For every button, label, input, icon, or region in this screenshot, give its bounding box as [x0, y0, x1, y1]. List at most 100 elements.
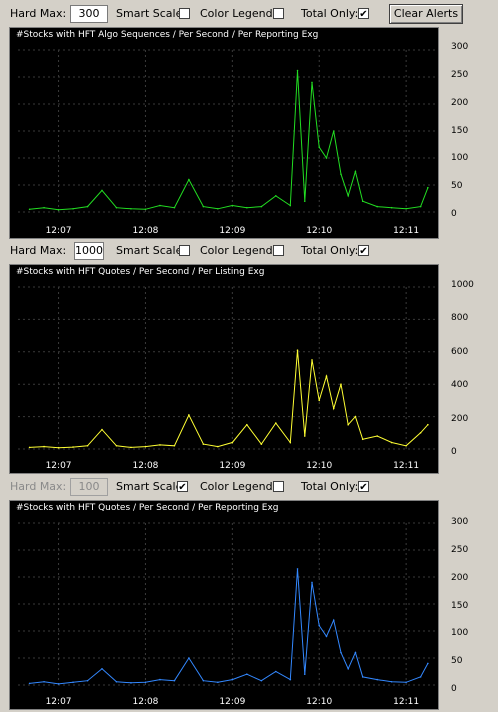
smart-scale-checkbox[interactable]: ✔ — [177, 481, 188, 493]
data-point — [188, 414, 190, 416]
data-point — [86, 205, 89, 208]
smart-scale-label: Smart Scale: — [116, 480, 187, 493]
line-chart — [18, 522, 438, 686]
x-tick-label: 12:11 — [393, 461, 420, 471]
smart-scale-checkbox[interactable] — [179, 8, 190, 19]
data-point — [130, 207, 132, 210]
clear-alerts-button[interactable]: Clear Alerts — [389, 4, 463, 24]
color-legend-label: Color Legend: — [200, 480, 277, 493]
x-tick-label: 12:08 — [132, 697, 159, 707]
data-point — [173, 444, 176, 447]
data-point — [296, 349, 299, 351]
y-tick-label: 1000 — [451, 280, 474, 290]
y-tick-label: 200 — [451, 413, 469, 424]
total-only-checkbox[interactable]: ✔ — [358, 481, 369, 493]
data-point — [217, 445, 219, 448]
data-point — [361, 200, 364, 202]
total-only-checkbox[interactable]: ✔ — [358, 245, 369, 257]
y-tick-label: 0 — [451, 209, 457, 219]
data-point — [318, 146, 321, 148]
x-tick-label: 12:09 — [219, 226, 246, 236]
data-point — [376, 435, 378, 437]
data-point — [427, 423, 429, 426]
data-point — [260, 443, 263, 445]
data-point — [43, 680, 45, 683]
data-point — [332, 407, 335, 410]
data-point — [311, 359, 313, 361]
data-point — [144, 681, 147, 684]
data-point — [188, 657, 190, 659]
data-point — [354, 651, 357, 654]
data-point — [86, 679, 89, 682]
chart-panel-1: #Stocks with HFT Algo Sequences / Per Se… — [9, 27, 439, 239]
data-point — [72, 446, 74, 448]
data-point — [101, 189, 103, 192]
color-legend-checkbox[interactable] — [273, 245, 284, 256]
data-point — [289, 204, 292, 207]
smart-scale-label: Smart Scale: — [116, 7, 187, 20]
data-point — [260, 205, 263, 208]
y-tick-label: 300 — [451, 517, 469, 527]
x-tick-label: 12:10 — [306, 461, 333, 471]
data-point — [101, 668, 103, 670]
y-tick-label: 250 — [451, 69, 469, 80]
data-point — [217, 681, 219, 684]
data-point — [361, 676, 364, 678]
data-point — [217, 207, 219, 210]
data-point — [274, 195, 277, 197]
color-legend-checkbox[interactable] — [273, 8, 284, 19]
data-point — [354, 415, 357, 418]
total-only-label: Total Only: — [301, 480, 359, 493]
data-point — [296, 568, 299, 570]
chart-panel-3: #Stocks with HFT Quotes / Per Second / P… — [9, 500, 439, 710]
chart-panel-2: #Stocks with HFT Quotes / Per Second / P… — [9, 264, 439, 474]
smart-scale-checkbox[interactable] — [179, 245, 190, 256]
data-point — [361, 438, 364, 441]
data-point — [390, 680, 393, 683]
data-point — [57, 683, 60, 685]
data-point — [144, 208, 147, 211]
total-only-checkbox[interactable]: ✔ — [358, 8, 369, 20]
y-tick-label: 100 — [451, 628, 469, 639]
series-line — [29, 70, 429, 211]
data-point — [43, 445, 45, 448]
total-only-label: Total Only: — [301, 7, 359, 20]
data-point — [318, 399, 321, 402]
total-only-label: Total Only: — [301, 244, 359, 257]
y-tick-label: 800 — [451, 313, 469, 324]
data-point — [101, 428, 103, 431]
y-tick-label: 200 — [451, 97, 469, 108]
data-point — [173, 206, 176, 209]
data-point — [332, 619, 335, 621]
data-point — [159, 204, 161, 207]
data-point — [311, 581, 313, 584]
data-point — [159, 678, 161, 681]
data-point — [325, 157, 328, 159]
data-point — [57, 209, 60, 211]
data-point — [303, 200, 306, 202]
data-point — [311, 81, 313, 84]
x-tick-label: 12:08 — [132, 461, 159, 471]
y-tick-label: 0 — [451, 447, 457, 457]
data-point — [427, 662, 429, 665]
data-point — [28, 208, 31, 211]
hard-max-label: Hard Max: — [10, 7, 67, 20]
data-point — [419, 432, 422, 434]
data-point — [427, 186, 429, 189]
data-point — [347, 195, 350, 197]
hard-max-input[interactable] — [74, 242, 104, 260]
y-tick-label: 300 — [451, 42, 469, 52]
data-point — [86, 444, 89, 447]
x-tick-label: 12:11 — [393, 697, 420, 707]
x-tick-label: 12:09 — [219, 461, 246, 471]
smart-scale-label: Smart Scale: — [116, 244, 187, 257]
data-point — [231, 204, 234, 207]
hard-max-input[interactable] — [70, 5, 108, 23]
data-point — [28, 446, 31, 449]
data-point — [231, 441, 234, 444]
data-point — [43, 206, 45, 209]
x-tick-label: 12:08 — [132, 226, 159, 236]
hard-max-input[interactable] — [70, 478, 108, 496]
color-legend-checkbox[interactable] — [273, 481, 284, 492]
data-point — [72, 207, 74, 210]
